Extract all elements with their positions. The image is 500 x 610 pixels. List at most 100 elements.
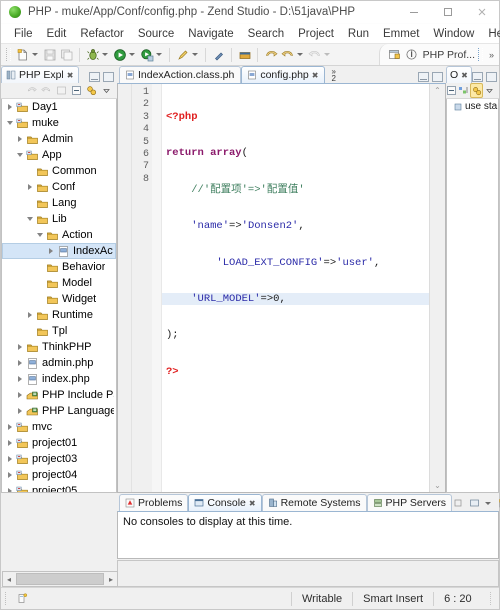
forward-gray-dropdown-icon[interactable]	[324, 53, 330, 56]
scroll-left-icon[interactable]: ◂	[3, 575, 15, 584]
expand-arrow-icon[interactable]	[4, 435, 15, 451]
menu-refactor[interactable]: Refactor	[73, 27, 130, 41]
save-all-icon[interactable]	[58, 46, 75, 63]
menu-navigate[interactable]: Navigate	[181, 27, 240, 41]
tab-problems[interactable]: Problems	[119, 494, 189, 511]
tree-item[interactable]: ThinkPHP	[2, 339, 116, 355]
outline-item-use-statement[interactable]: use sta	[447, 99, 498, 114]
maximize-button[interactable]	[431, 1, 465, 23]
collapse-arrow-icon[interactable]	[14, 147, 25, 163]
tree-item[interactable]: project03	[2, 451, 116, 467]
editor-vertical-scrollbar[interactable]: ⌃ ⌄	[429, 84, 445, 492]
forward-gray-icon[interactable]	[306, 46, 323, 63]
tree-item[interactable]: Conf	[2, 179, 116, 195]
scroll-up-icon[interactable]: ⌃	[434, 86, 441, 95]
terminate-icon[interactable]	[452, 497, 465, 510]
expand-arrow-icon[interactable]	[4, 451, 15, 467]
menu-search[interactable]: Search	[241, 27, 291, 41]
expand-arrow-icon[interactable]	[45, 243, 56, 259]
close-button[interactable]	[465, 1, 499, 23]
expand-arrow-icon[interactable]	[24, 179, 35, 195]
highlight-dropdown-icon[interactable]	[192, 53, 198, 56]
menu-window[interactable]: Window	[426, 27, 481, 41]
tree-item[interactable]: Day1	[2, 99, 116, 115]
perspective-label[interactable]: PHP Prof...	[420, 49, 478, 61]
view-menu-icon[interactable]	[100, 84, 113, 97]
minimize-view-icon[interactable]	[89, 72, 100, 82]
tree-item[interactable]: PHP Language Li	[2, 403, 116, 419]
new-file-dropdown-icon[interactable]	[32, 53, 38, 56]
back-icon[interactable]	[262, 46, 279, 63]
collapse-arrow-icon[interactable]	[4, 115, 15, 131]
filter-icon[interactable]	[470, 83, 483, 98]
tab-config-php-close-icon[interactable]: ✖	[312, 71, 319, 80]
run-config-dropdown-icon[interactable]	[156, 53, 162, 56]
run-configuration-icon[interactable]	[138, 46, 155, 63]
collapse-arrow-icon[interactable]	[24, 211, 35, 227]
perspective-grip[interactable]	[477, 48, 483, 61]
forward-dropdown-icon[interactable]	[297, 53, 303, 56]
collapse-all-icon[interactable]	[70, 84, 83, 97]
view-menu-icon[interactable]	[484, 84, 495, 97]
expand-arrow-icon[interactable]	[4, 483, 15, 492]
expand-arrow-icon[interactable]	[4, 467, 15, 483]
tree-item[interactable]: index.php	[2, 371, 116, 387]
menu-edit[interactable]: Edit	[40, 27, 74, 41]
tree-item[interactable]: Widget	[2, 291, 116, 307]
menu-run[interactable]: Run	[341, 27, 376, 41]
collapse-all-icon[interactable]	[446, 84, 457, 97]
perspective-overflow-icon[interactable]: »	[486, 50, 497, 60]
folding-ruler[interactable]	[152, 84, 162, 492]
tab-php-explorer[interactable]: PHP Expl ✖	[1, 66, 80, 83]
menu-project[interactable]: Project	[291, 27, 341, 41]
sort-icon[interactable]	[458, 84, 469, 97]
tree-item[interactable]: Lib	[2, 211, 116, 227]
code-editor[interactable]: 1 2 3 4 5 6 7 8 <?php return array( //'配…	[117, 83, 446, 493]
filter-icon[interactable]	[85, 84, 98, 97]
maximize-outline-icon[interactable]	[485, 72, 497, 82]
menu-emmet[interactable]: Emmet	[376, 27, 426, 41]
run-dropdown-icon[interactable]	[129, 53, 135, 56]
scrollbar-thumb[interactable]	[16, 573, 104, 585]
tree-item[interactable]: App	[2, 147, 116, 163]
minimize-editor-icon[interactable]	[418, 72, 429, 82]
expand-arrow-icon[interactable]	[24, 307, 35, 323]
debug-icon[interactable]	[84, 46, 101, 63]
php-explorer-tab-close-icon[interactable]: ✖	[67, 71, 74, 80]
tab-outline[interactable]: O ✖	[446, 66, 472, 83]
expand-arrow-icon[interactable]	[4, 419, 15, 435]
tab-console-close-icon[interactable]: ✖	[249, 499, 256, 508]
tab-remote-systems[interactable]: Remote Systems	[261, 494, 367, 511]
expand-arrow-icon[interactable]	[14, 387, 25, 403]
tree-item[interactable]: muke	[2, 115, 116, 131]
tree-item[interactable]: Behavior	[2, 259, 116, 275]
minimize-outline-icon[interactable]	[471, 72, 483, 82]
project-tree[interactable]: Day1 muke Admin App Common Conf Lang Lib Action I…	[1, 99, 117, 493]
collapse-arrow-icon[interactable]	[34, 227, 45, 243]
run-icon[interactable]	[111, 46, 128, 63]
minimize-button[interactable]	[397, 1, 431, 23]
tab-indexaction[interactable]: IndexAction.class.ph	[119, 66, 242, 83]
tab-config-php[interactable]: config.php ✖	[241, 66, 326, 83]
tab-console[interactable]: Console ✖	[188, 494, 262, 511]
menu-help[interactable]: Help	[481, 27, 500, 41]
expand-arrow-icon[interactable]	[14, 403, 25, 419]
tree-item[interactable]: project05	[2, 483, 116, 492]
explorer-horizontal-scrollbar[interactable]: ◂ ▸	[2, 571, 118, 587]
debug-dropdown-icon[interactable]	[102, 53, 108, 56]
tree-item[interactable]: Model	[2, 275, 116, 291]
tree-item-selected[interactable]: IndexAct	[2, 243, 116, 259]
tree-item[interactable]: PHP Include Path	[2, 387, 116, 403]
maximize-view-icon[interactable]	[103, 72, 114, 82]
tree-item[interactable]: Action	[2, 227, 116, 243]
menu-source[interactable]: Source	[131, 27, 181, 41]
scroll-right-icon[interactable]: ▸	[105, 575, 117, 584]
tree-item[interactable]: mvc	[2, 419, 116, 435]
expand-arrow-icon[interactable]	[14, 131, 25, 147]
display-console-icon[interactable]	[468, 497, 481, 510]
save-icon[interactable]	[41, 46, 58, 63]
tree-item[interactable]: Tpl	[2, 323, 116, 339]
code-text[interactable]: <?php return array( //'配置项'=>'配置值' 'name…	[162, 84, 429, 492]
tree-item[interactable]: Lang	[2, 195, 116, 211]
tree-item[interactable]: project01	[2, 435, 116, 451]
